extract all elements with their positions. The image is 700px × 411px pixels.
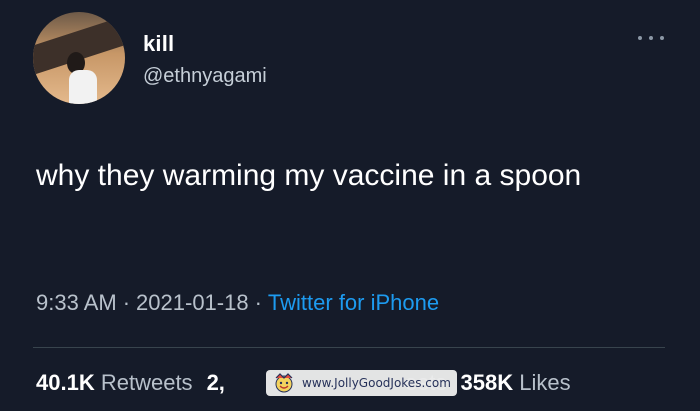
avatar-person-body <box>69 70 97 104</box>
site-watermark: www.JollyGoodJokes.com <box>266 370 457 396</box>
likes-label: Likes <box>519 370 571 395</box>
more-dot <box>660 36 664 40</box>
likes-count: 358K <box>460 370 514 395</box>
meta-separator: · <box>122 290 131 315</box>
stats-divider <box>33 347 665 348</box>
likes-stat[interactable]: 358K Likes <box>461 370 571 395</box>
profile-avatar[interactable] <box>33 12 125 104</box>
tweet-source-link[interactable]: Twitter for iPhone <box>268 290 439 315</box>
tweet-date[interactable]: 2021-01-18 <box>136 290 249 315</box>
retweets-stat[interactable]: 40.1K Retweets <box>36 370 193 395</box>
tweet-meta: 9:33 AM · 2021-01-18 · Twitter for iPhone <box>36 290 439 316</box>
more-dot <box>638 36 642 40</box>
more-options-icon[interactable] <box>638 30 664 46</box>
quote-tweets-count[interactable]: 2, <box>207 370 225 395</box>
meta-separator: · <box>254 290 262 315</box>
more-dot <box>649 36 653 40</box>
tweet-text: why they warming my vaccine in a spoon <box>36 159 582 192</box>
retweets-count: 40.1K <box>36 370 95 395</box>
retweets-label: Retweets <box>100 370 193 395</box>
tweet-time[interactable]: 9:33 AM <box>36 290 117 315</box>
user-handle[interactable]: @ethnyagami <box>143 65 267 88</box>
display-name[interactable]: kill <box>143 31 174 57</box>
watermark-text: www.JollyGoodJokes.com <box>302 376 451 390</box>
tweet-card: kill @ethnyagami why they warming my vac… <box>0 0 700 411</box>
jollygoodjokes-logo-icon <box>275 373 293 393</box>
